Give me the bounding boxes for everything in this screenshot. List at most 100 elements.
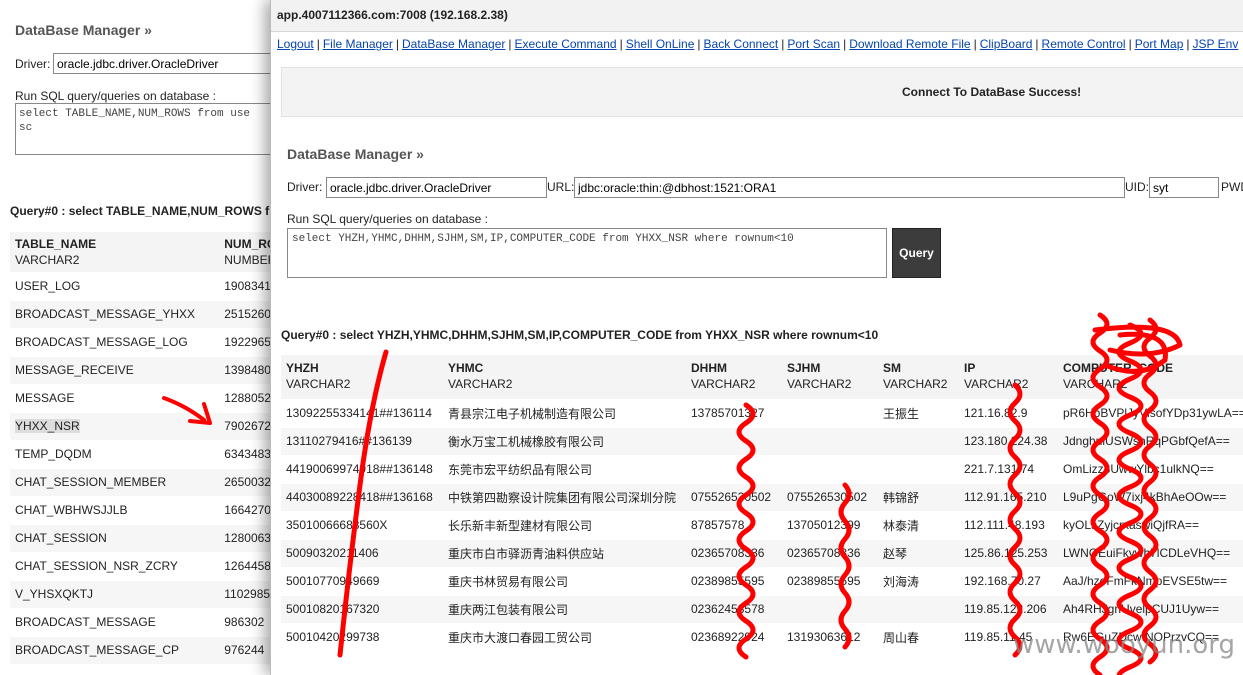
nav-link-port-map[interactable]: Port Map (1135, 37, 1184, 51)
table-row: 35010066688560X 长乐新丰新型建材有限公司 87857578 13705… (281, 510, 1243, 539)
url-label: URL: (547, 180, 575, 194)
bg-table-row: USER_LOG19083416 (10, 272, 272, 301)
bg-table-row: BROADCAST_MESSAGE_LOG19229654 (10, 328, 272, 357)
bg-table-cell: 976244 (219, 636, 272, 665)
table-cell (782, 426, 878, 455)
table-cell: 221.7.131.74 (959, 454, 1058, 483)
bg-table-row: CHAT_SESSION 1280063 (10, 524, 272, 553)
nav-link-port-scan[interactable]: Port Scan (787, 37, 840, 51)
url-input[interactable] (574, 177, 1125, 198)
table-cell: 刘海涛 (878, 566, 959, 595)
nav-separator: | (1186, 37, 1190, 51)
bg-table-row: CHAT_SESSION_NSR_ZCRY 1264458 (10, 552, 272, 581)
table-cell: LWNGEuiFkywh7lCDLeVHQ== (1058, 538, 1243, 567)
pwd-label: PWD (1221, 180, 1243, 194)
bg-table-cell: 2650032 (219, 468, 272, 497)
uid-input[interactable] (1149, 177, 1219, 198)
bg-table-row: MESSAGE12880525 (10, 384, 272, 413)
bg-table-cell: 1664270 (219, 496, 272, 525)
table-row: 44030089228418##136168 中铁第四勘察设计院集团有限公司深圳分… (281, 482, 1243, 511)
table-cell: 121.16.82.9 (959, 398, 1058, 427)
nav-separator: | (1128, 37, 1132, 51)
table-cell: 长乐新丰新型建材有限公司 (443, 510, 686, 539)
table-cell: 赵琴 (878, 538, 959, 567)
bg-table-cell: BROADCAST_MESSAGE_CP (10, 636, 220, 665)
bg-table-row: BROADCAST_MESSAGE_YHXX25152609 (10, 300, 272, 329)
table-row: 50090320211406 重庆市白市驿沥青油料供应站 02365708336 02… (281, 538, 1243, 567)
bg-table-cell: 986302 (219, 608, 272, 637)
query-button[interactable]: Query (892, 228, 941, 278)
bg-table-row: CHAT_WBHWSJJLB 1664270 (10, 496, 272, 525)
front-db-manager-window: app.4007112366.com:7008 (192.168.2.38) L… (270, 0, 1243, 675)
nav-link-remote-control[interactable]: Remote Control (1042, 37, 1126, 51)
nav-link-clipboard[interactable]: ClipBoard (980, 37, 1033, 51)
bg-sql-textarea[interactable]: select TABLE_NAME,NUM_ROWS from use sc (15, 103, 272, 155)
bg-result-table: TABLE_NAMEVARCHAR2 NUM_ROWNUMBER USER_LO… (10, 232, 272, 665)
table-cell: 02362453578 (686, 594, 782, 623)
nav-link-download-remote-file[interactable]: Download Remote File (849, 37, 970, 51)
nav-link-database-manager[interactable]: DataBase Manager (402, 37, 505, 51)
nav-separator: | (843, 37, 847, 51)
table-cell: 13705012399 (782, 510, 878, 539)
bg-table-cell: 1102985 (219, 580, 272, 609)
nav-link-file-manager[interactable]: File Manager (323, 37, 393, 51)
table-cell: 123.180.224.38 (959, 426, 1058, 455)
table-cell (782, 398, 878, 427)
table-cell: Ah4RHJgnUvelpCUJ1Uyw== (1058, 594, 1243, 623)
table-cell: OmLizz8UwwYlbc1ulkNQ== (1058, 454, 1243, 483)
nav-link-logout[interactable]: Logout (277, 37, 314, 51)
db-manager-title: DataBase Manager » (287, 146, 424, 162)
driver-label: Driver: (287, 180, 323, 194)
bg-table-row: CHAT_SESSION_MEMBER 2650032 (10, 468, 272, 497)
nav-link-execute-command[interactable]: Execute Command (515, 37, 617, 51)
query-result-title: Query#0 : select YHZH,YHMC,DHHM,SJHM,SM,… (281, 328, 879, 342)
bg-table-row: MESSAGE_RECEIVE13984806 (10, 356, 272, 385)
sql-textarea[interactable]: select YHZH,YHMC,DHHM,SJHM,SM,IP,COMPUTE… (287, 228, 887, 278)
bg-table-cell: V_YHSXQKTJ (10, 580, 220, 609)
table-cell: 13193063612 (782, 622, 878, 651)
bg-table-cell: 7902672 (219, 412, 272, 441)
table-cell: 东莞市宏平纺织品有限公司 (443, 454, 686, 483)
table-cell: 重庆市大渡口春园工贸公司 (443, 622, 686, 651)
bg-table-cell: 1280063 (219, 524, 272, 553)
table-row: 13110279416##136139 衡水万宝工机械橡胶有限公司 123.180.… (281, 426, 1243, 455)
connect-success-banner: Connect To DataBase Success! (281, 67, 1243, 117)
table-cell (782, 594, 878, 623)
bg-col-header: TABLE_NAME VARCHAR2 (10, 232, 220, 273)
nav-link-back-connect[interactable]: Back Connect (704, 37, 779, 51)
col-header-yhmc: YHMC VARCHAR2 (443, 355, 686, 399)
col-header-computer-code: COMPUTER_CODE VARCHAR2 (1058, 355, 1243, 399)
bg-table-cell: CHAT_SESSION (10, 524, 220, 553)
bg-query-title: Query#0 : select TABLE_NAME,NUM_ROWS f (10, 204, 270, 218)
driver-input[interactable] (326, 177, 547, 198)
table-cell: 44190069974918##136148 (281, 454, 443, 483)
top-nav-bar: Logout | File Manager | DataBase Manager | Exe… (277, 37, 1238, 51)
bg-table-cell: CHAT_SESSION_MEMBER (10, 468, 220, 497)
bg-table-cell: 19229654 (219, 328, 272, 357)
bg-table-cell: 6343483 (219, 440, 272, 469)
bg-table-cell: CHAT_SESSION_NSR_ZCRY (10, 552, 220, 581)
nav-separator: | (316, 37, 320, 51)
table-cell: 44030089228418##136168 (281, 482, 443, 511)
table-cell: pR6HbBVPlJyVlsofYDp31ywLA== (1058, 398, 1243, 427)
table-cell: 50090320211406 (281, 538, 443, 567)
table-cell (878, 594, 959, 623)
table-cell: 075526530502 (686, 482, 782, 511)
nav-separator: | (619, 37, 623, 51)
table-cell: 02368922924 (686, 622, 782, 651)
result-table: YHZH VARCHAR2 YHMC VARCHAR2 DHHM VARCHAR2 SJHM… (281, 355, 1243, 651)
run-sql-label: Run SQL query/queries on database : (287, 212, 489, 226)
nav-link-jsp-env[interactable]: JSP Env (1193, 37, 1239, 51)
nav-separator: | (973, 37, 977, 51)
col-header-dhhm: DHHM VARCHAR2 (686, 355, 782, 399)
table-cell: 50010420299738 (281, 622, 443, 651)
bg-driver-input[interactable] (53, 53, 272, 74)
table-cell: 中铁第四勘察设计院集团有限公司深圳分院 (443, 482, 686, 511)
nav-link-shell-online[interactable]: Shell OnLine (626, 37, 695, 51)
bg-col-header: NUM_ROWNUMBER (219, 232, 272, 273)
bg-table-cell: MESSAGE_RECEIVE (10, 356, 220, 385)
table-cell: 13785701327 (686, 398, 782, 427)
table-cell: 衡水万宝工机械橡胶有限公司 (443, 426, 686, 455)
table-cell: L9uPgGoW7ixj4kBhAeOOw== (1058, 482, 1243, 511)
table-cell: 02365708336 (686, 538, 782, 567)
